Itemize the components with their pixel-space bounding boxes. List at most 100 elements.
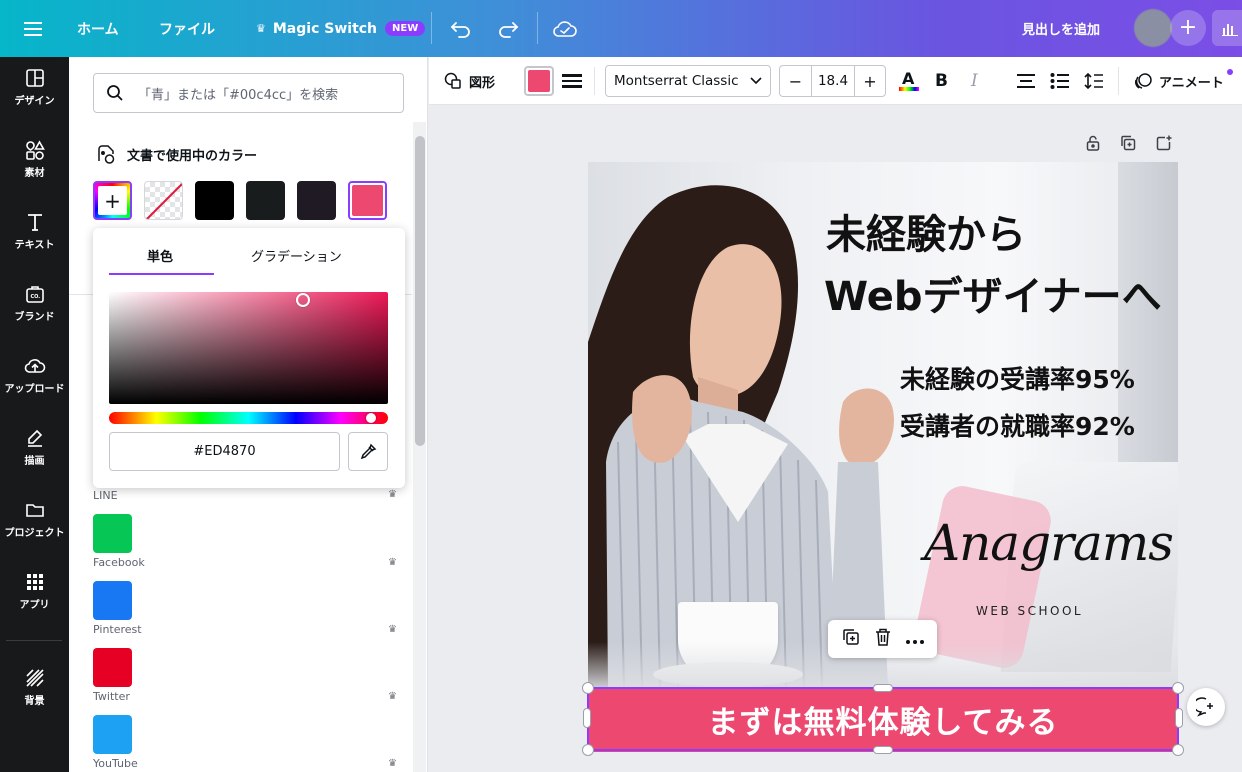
resize-handle-top[interactable]: [873, 684, 893, 692]
nav-design[interactable]: デザイン: [0, 57, 69, 117]
crown-icon: ♛: [388, 489, 397, 500]
cloud-saved-icon[interactable]: [553, 0, 577, 57]
add-page-icon[interactable]: [1154, 133, 1174, 153]
nav-design-label: デザイン: [14, 96, 55, 107]
color-swatch-pinterest[interactable]: [93, 648, 132, 687]
tab-solid-color[interactable]: 単色: [147, 246, 173, 265]
font-family-select[interactable]: Montserrat Classic: [605, 65, 771, 97]
shape-label: 図形: [469, 75, 496, 91]
color-swatch-facebook[interactable]: [93, 581, 132, 620]
active-tab-indicator: [109, 273, 214, 275]
magic-switch-button[interactable]: ♛ Magic Switch NEW: [256, 0, 426, 57]
line-spacing-icon[interactable]: [1084, 57, 1104, 105]
new-badge: NEW: [385, 21, 426, 36]
avatar[interactable]: [1134, 9, 1172, 47]
resize-handle-bottom[interactable]: [873, 746, 893, 754]
lock-icon[interactable]: [1083, 133, 1103, 153]
add-collaborator-button[interactable]: +: [1170, 10, 1206, 46]
nav-projects[interactable]: プロジェクト: [0, 489, 69, 549]
resize-handle-right[interactable]: [1175, 708, 1183, 728]
color-swatch-dark-green[interactable]: [246, 181, 285, 220]
stat-line-2[interactable]: 受講者の就職率92%: [900, 407, 1135, 443]
resize-handle-top-left[interactable]: [582, 682, 594, 694]
increase-size-button[interactable]: +: [854, 66, 885, 96]
nav-brand-label: ブランド: [14, 312, 55, 323]
hue-slider[interactable]: [109, 412, 388, 424]
panel-scrollbar-thumb[interactable]: [415, 136, 425, 446]
page-actions-add: [1154, 133, 1174, 153]
nav-draw[interactable]: 描画: [0, 417, 69, 477]
nav-uploads[interactable]: アップロード: [0, 345, 69, 405]
fill-color-button[interactable]: [524, 66, 554, 96]
headline-line-2[interactable]: Webデザイナーへ: [824, 264, 1162, 322]
decrease-size-button[interactable]: −: [780, 66, 812, 96]
eyedropper-button[interactable]: [348, 432, 388, 471]
italic-icon[interactable]: I: [971, 57, 978, 105]
align-center-icon[interactable]: [1016, 57, 1036, 105]
font-size-stepper[interactable]: − 18.4 +: [779, 65, 886, 97]
brand-color-youtube: YouTube ♛: [93, 715, 413, 772]
text-color-button[interactable]: A: [898, 57, 920, 105]
nav-background[interactable]: 背景: [0, 657, 69, 717]
color-swatch-dark-purple[interactable]: [297, 181, 336, 220]
plus-icon: +: [98, 186, 127, 215]
color-swatch-transparent[interactable]: [144, 181, 183, 220]
resize-handle-left[interactable]: [583, 708, 591, 728]
insights-button[interactable]: [1212, 10, 1242, 46]
font-size-value[interactable]: 18.4: [812, 66, 854, 96]
bold-icon[interactable]: B: [935, 57, 948, 105]
add-comment-button[interactable]: [1187, 688, 1225, 726]
add-color-button[interactable]: +: [93, 181, 132, 220]
saturation-picker[interactable]: [109, 292, 388, 404]
hue-handle[interactable]: [366, 413, 376, 423]
apps-icon: [26, 574, 43, 590]
brand-color-twitter: Twitter ♛: [93, 648, 413, 708]
logo-subtitle[interactable]: WEB SCHOOL: [976, 604, 1083, 618]
color-swatch-twitter[interactable]: [93, 715, 132, 754]
nav-elements[interactable]: 素材: [0, 129, 69, 189]
element-context-menu: [828, 620, 937, 658]
color-search-input[interactable]: 「青」または「#00c4cc」を検索: [93, 73, 404, 113]
redo-icon[interactable]: [497, 0, 519, 57]
divider: [1118, 67, 1119, 95]
cta-banner[interactable]: まずは無料体験してみる: [588, 687, 1178, 752]
text-icon: [27, 214, 42, 231]
more-options-icon[interactable]: [905, 630, 925, 649]
resize-handle-top-right[interactable]: [1172, 682, 1184, 694]
headline-line-1[interactable]: 未経験から: [826, 202, 1026, 260]
resize-handle-bottom-left[interactable]: [582, 744, 594, 756]
trash-icon[interactable]: [874, 627, 892, 651]
hex-input[interactable]: #ED4870: [109, 432, 340, 471]
bullet-list-icon[interactable]: [1050, 57, 1070, 105]
search-icon: [107, 85, 123, 101]
undo-icon[interactable]: [450, 0, 472, 57]
brand-color-pinterest: Pinterest ♛: [93, 581, 413, 641]
stat-line-1[interactable]: 未経験の受講率95%: [900, 360, 1135, 396]
logo-script-text[interactable]: Anagrams: [924, 514, 1174, 572]
shape-button[interactable]: 図形: [443, 57, 495, 105]
nav-brand[interactable]: CO. ブランド: [0, 273, 69, 333]
brand-label-line: LINE: [93, 489, 118, 502]
tab-gradient[interactable]: グラデーション: [251, 246, 342, 265]
color-swatch-black[interactable]: [195, 181, 234, 220]
color-swatch-pink-selected[interactable]: [348, 181, 387, 220]
resize-handle-bottom-right[interactable]: [1172, 744, 1184, 756]
page-actions: [1083, 133, 1103, 153]
shape-icon: [444, 72, 461, 89]
layout-icon: [25, 69, 44, 87]
design-page[interactable]: 未経験から Webデザイナーへ 未経験の受講率95% 受講者の就職率92% An…: [588, 162, 1178, 752]
border-style-icon[interactable]: [562, 57, 582, 105]
notification-dot: [1227, 69, 1233, 75]
home-button[interactable]: ホーム: [77, 0, 119, 57]
color-swatch-line[interactable]: [93, 514, 132, 553]
file-menu-button[interactable]: ファイル: [159, 0, 215, 57]
add-heading-button[interactable]: 見出しを追加: [1022, 0, 1100, 57]
saturation-handle[interactable]: [296, 293, 310, 307]
brand-label-twitter: Twitter: [93, 690, 130, 703]
duplicate-icon[interactable]: [841, 627, 861, 651]
nav-text[interactable]: テキスト: [0, 201, 69, 261]
animate-button[interactable]: アニメート: [1133, 57, 1224, 105]
menu-icon[interactable]: [24, 0, 42, 57]
duplicate-page-icon[interactable]: [1118, 133, 1138, 153]
nav-apps[interactable]: アプリ: [0, 561, 69, 621]
